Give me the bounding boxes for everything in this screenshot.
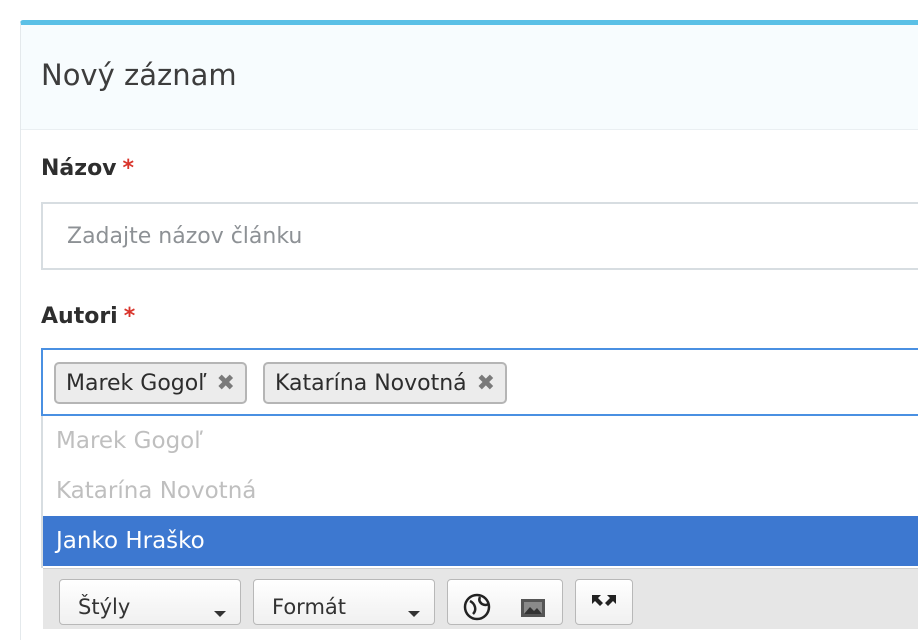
tag-label: Marek Gogoľ bbox=[66, 370, 207, 396]
editor-toolbar: Štýly Formát bbox=[43, 568, 918, 629]
format-label: Formát bbox=[272, 595, 347, 619]
title-input[interactable] bbox=[41, 202, 918, 270]
authors-multiselect[interactable]: Marek Gogoľ ✖ Katarína Novotná ✖ bbox=[41, 348, 918, 416]
maximize-icon bbox=[589, 592, 619, 627]
title-label-text: Názov bbox=[41, 156, 117, 181]
required-mark: * bbox=[122, 156, 135, 181]
author-option[interactable]: Janko Hraško bbox=[43, 516, 918, 566]
styles-label: Štýly bbox=[78, 595, 131, 619]
globe-icon[interactable] bbox=[462, 592, 492, 627]
selected-author-tag: Marek Gogoľ ✖ bbox=[54, 362, 247, 404]
chevron-down-icon bbox=[214, 611, 226, 617]
required-mark: * bbox=[123, 304, 136, 329]
author-option: Katarína Novotná bbox=[56, 478, 257, 504]
remove-tag-icon[interactable]: ✖ bbox=[477, 371, 495, 396]
image-icon[interactable] bbox=[518, 592, 548, 627]
new-record-dialog: Nový záznam Názov* Autori* Marek Gogoľ ✖… bbox=[20, 20, 918, 640]
chevron-down-icon bbox=[408, 611, 420, 617]
remove-tag-icon[interactable]: ✖ bbox=[216, 371, 234, 396]
selected-author-tag: Katarína Novotná ✖ bbox=[263, 362, 508, 404]
title-label: Názov * bbox=[41, 156, 134, 181]
format-dropdown[interactable]: Formát bbox=[253, 579, 435, 625]
dialog-header: Nový záznam bbox=[21, 25, 918, 130]
insert-button-group bbox=[447, 579, 563, 625]
dialog-title: Nový záznam bbox=[41, 58, 237, 92]
authors-label-text: Autori bbox=[41, 304, 118, 329]
authors-dropdown: Marek Gogoľ Katarína Novotná Janko Hrašk… bbox=[41, 416, 918, 568]
tag-label: Katarína Novotná bbox=[275, 370, 467, 396]
maximize-button[interactable] bbox=[575, 579, 633, 625]
authors-label: Autori * bbox=[41, 304, 135, 329]
author-option: Marek Gogoľ bbox=[56, 428, 203, 454]
styles-dropdown[interactable]: Štýly bbox=[59, 579, 241, 625]
